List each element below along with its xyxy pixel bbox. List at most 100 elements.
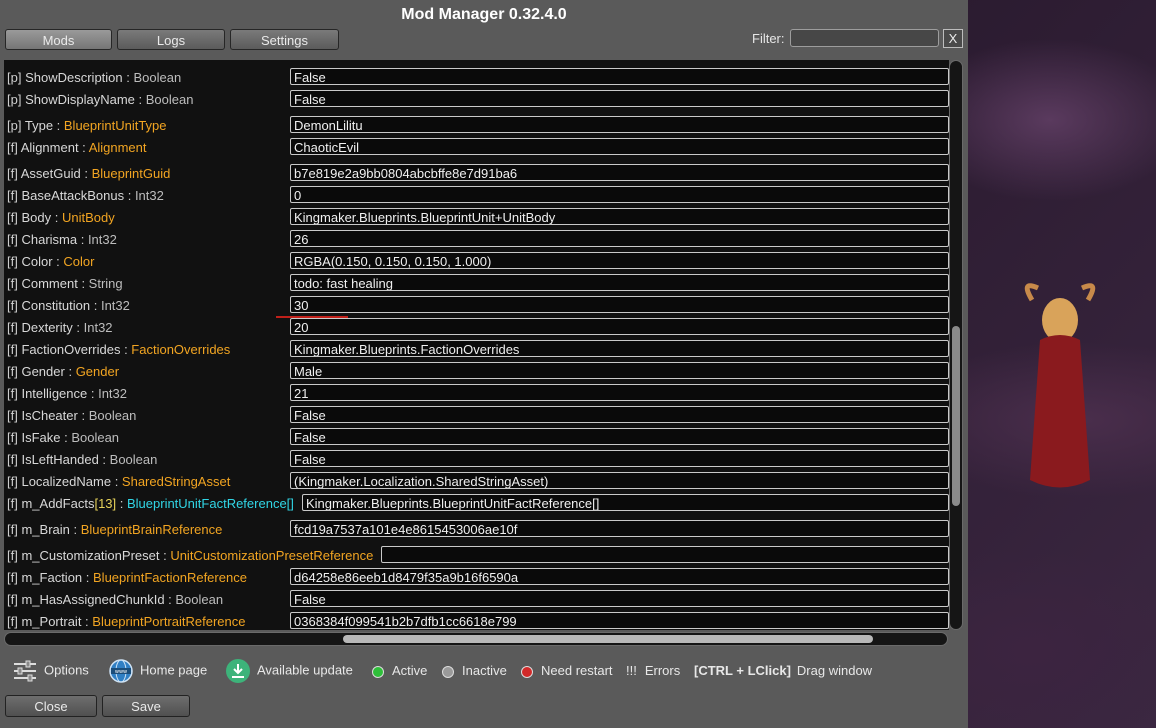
- field-kind: [f]: [7, 210, 18, 225]
- field-value-input[interactable]: b7e819e2a9bb0804abcbffe8e7d91ba6: [290, 164, 949, 181]
- field-value-input[interactable]: [381, 546, 949, 563]
- field-value-input[interactable]: 26: [290, 230, 949, 247]
- field-kind: [f]: [7, 188, 18, 203]
- field-row[interactable]: [f] IsCheater : Boolean False: [4, 404, 949, 426]
- field-type: Int32: [83, 320, 113, 335]
- field-value-input[interactable]: False: [290, 90, 949, 107]
- field-value-input[interactable]: 20: [290, 318, 949, 335]
- field-label: [f] Gender : Gender: [7, 364, 119, 379]
- field-row[interactable]: [p] ShowDescription : Boolean False: [4, 66, 949, 88]
- field-label: [f] Intelligence : Int32: [7, 386, 127, 401]
- field-value-input[interactable]: False: [290, 450, 949, 467]
- field-value-input[interactable]: 30: [290, 296, 949, 313]
- field-label: [p] ShowDisplayName : Boolean: [7, 92, 193, 107]
- field-row[interactable]: [f] Constitution : Int32 30: [4, 294, 949, 316]
- field-kind: [f]: [7, 474, 18, 489]
- field-name: Comment: [21, 276, 78, 291]
- field-row[interactable]: [f] Intelligence : Int32 21: [4, 382, 949, 404]
- field-value-input[interactable]: fcd19a7537a101e4e8615453006ae10f: [290, 520, 949, 537]
- field-name: IsLeftHanded: [21, 452, 99, 467]
- field-kind: [f]: [7, 342, 18, 357]
- field-name: Gender: [21, 364, 65, 379]
- field-value-input[interactable]: ChaoticEvil: [290, 138, 949, 155]
- separator: :: [90, 298, 101, 313]
- field-row[interactable]: [f] Dexterity : Int32 20: [4, 316, 949, 338]
- field-row[interactable]: [f] m_Portrait : BlueprintPortraitRefere…: [4, 610, 949, 630]
- field-value-input[interactable]: 0368384f099541b2b7dfb1cc6618e799: [290, 612, 949, 629]
- field-type: Alignment: [88, 140, 147, 155]
- blueprint-fields-list[interactable]: [p] ShowDescription : Boolean False [p] Sh…: [4, 60, 949, 630]
- field-row[interactable]: [f] FactionOverrides : FactionOverrides K…: [4, 338, 949, 360]
- field-kind: [f]: [7, 140, 18, 155]
- field-name: ShowDisplayName: [25, 92, 135, 107]
- close-button[interactable]: Close: [5, 695, 97, 717]
- field-value-input[interactable]: Kingmaker.Blueprints.BlueprintUnitFactRe…: [302, 494, 949, 511]
- options-link[interactable]: Options: [12, 658, 89, 684]
- globe-icon: www: [109, 659, 133, 683]
- field-kind: [f]: [7, 614, 18, 629]
- field-value-input[interactable]: DemonLilitu: [290, 116, 949, 133]
- field-value-input[interactable]: False: [290, 428, 949, 445]
- field-row[interactable]: [f] Comment : String todo: fast healing: [4, 272, 949, 294]
- home-page-link[interactable]: www Home page: [108, 658, 207, 684]
- field-type: Boolean: [175, 592, 224, 607]
- field-row[interactable]: [f] Body : UnitBody Kingmaker.Blueprints.…: [4, 206, 949, 228]
- tab-mods[interactable]: Mods: [5, 29, 112, 50]
- separator: :: [78, 140, 89, 155]
- field-row[interactable]: [p] Type : BlueprintUnitType DemonLilitu: [4, 114, 949, 136]
- field-row[interactable]: [f] Alignment : Alignment ChaoticEvil: [4, 136, 949, 158]
- drag-window-hint: [CTRL + LClick] Drag window: [694, 662, 872, 680]
- field-row[interactable]: [f] m_Brain : BlueprintBrainReference fcd…: [4, 518, 949, 540]
- field-value-input[interactable]: False: [290, 68, 949, 85]
- field-value-input[interactable]: Kingmaker.Blueprints.BlueprintUnit+UnitB…: [290, 208, 949, 225]
- tab-settings[interactable]: Settings: [230, 29, 339, 50]
- field-row[interactable]: [f] IsLeftHanded : Boolean False: [4, 448, 949, 470]
- field-row[interactable]: [f] m_CustomizationPreset : UnitCustomiz…: [4, 544, 949, 566]
- need-restart-label: Need restart: [541, 663, 613, 678]
- field-value-input[interactable]: todo: fast healing: [290, 274, 949, 291]
- field-type: BlueprintPortraitReference: [92, 614, 246, 629]
- errors-indicator: !!! Errors: [626, 662, 680, 680]
- field-kind: [f]: [7, 386, 18, 401]
- field-label: [f] m_AddFacts[13] : BlueprintUnitFactRe…: [7, 496, 294, 511]
- filter-input[interactable]: [790, 29, 939, 47]
- field-value-input[interactable]: Male: [290, 362, 949, 379]
- field-row[interactable]: [f] AssetGuid : BlueprintGuid b7e819e2a9b…: [4, 162, 949, 184]
- field-value-input[interactable]: False: [290, 590, 949, 607]
- field-name: Color: [21, 254, 53, 269]
- field-count: [13]: [94, 496, 117, 511]
- errors-mark-icon: !!!: [626, 663, 637, 678]
- tab-logs[interactable]: Logs: [117, 29, 225, 50]
- active-status-icon: [372, 665, 384, 678]
- vertical-scrollbar[interactable]: [949, 60, 963, 630]
- mod-manager-window[interactable]: Mod Manager 0.32.4.0 Mods Logs Settings …: [0, 0, 968, 728]
- filter-clear-button[interactable]: X: [943, 29, 963, 48]
- field-value-input[interactable]: False: [290, 406, 949, 423]
- field-value-input[interactable]: 0: [290, 186, 949, 203]
- field-label: [f] Dexterity : Int32: [7, 320, 113, 335]
- vertical-scrollbar-thumb[interactable]: [952, 326, 960, 506]
- field-row[interactable]: [f] Charisma : Int32 26: [4, 228, 949, 250]
- field-row[interactable]: [f] LocalizedName : SharedStringAsset (K…: [4, 470, 949, 492]
- field-row[interactable]: [f] m_AddFacts[13] : BlueprintUnitFactRe…: [4, 492, 949, 514]
- field-row[interactable]: [f] Gender : Gender Male: [4, 360, 949, 382]
- field-row[interactable]: [f] BaseAttackBonus : Int32 0: [4, 184, 949, 206]
- field-type: Boolean: [88, 408, 137, 423]
- field-row[interactable]: [f] IsFake : Boolean False: [4, 426, 949, 448]
- field-row[interactable]: [f] m_Faction : BlueprintFactionReferenc…: [4, 566, 949, 588]
- save-button[interactable]: Save: [102, 695, 190, 717]
- window-title[interactable]: Mod Manager 0.32.4.0: [0, 0, 968, 28]
- field-row[interactable]: [f] Color : Color RGBA(0.150, 0.150, 0.15…: [4, 250, 949, 272]
- separator: :: [98, 452, 110, 467]
- field-value-input[interactable]: 21: [290, 384, 949, 401]
- horizontal-scrollbar-thumb[interactable]: [343, 635, 873, 643]
- field-name: Alignment: [20, 140, 79, 155]
- field-value-input[interactable]: RGBA(0.150, 0.150, 0.150, 1.000): [290, 252, 949, 269]
- field-value-input[interactable]: Kingmaker.Blueprints.FactionOverrides: [290, 340, 949, 357]
- errors-label: Errors: [644, 663, 681, 678]
- field-row[interactable]: [p] ShowDisplayName : Boolean False: [4, 88, 949, 110]
- field-value-input[interactable]: d64258e86eeb1d8479f35a9b16f6590a: [290, 568, 949, 585]
- field-value-input[interactable]: (Kingmaker.Localization.SharedStringAsse…: [290, 472, 949, 489]
- field-row[interactable]: [f] m_HasAssignedChunkId : Boolean False: [4, 588, 949, 610]
- horizontal-scrollbar[interactable]: [4, 632, 948, 646]
